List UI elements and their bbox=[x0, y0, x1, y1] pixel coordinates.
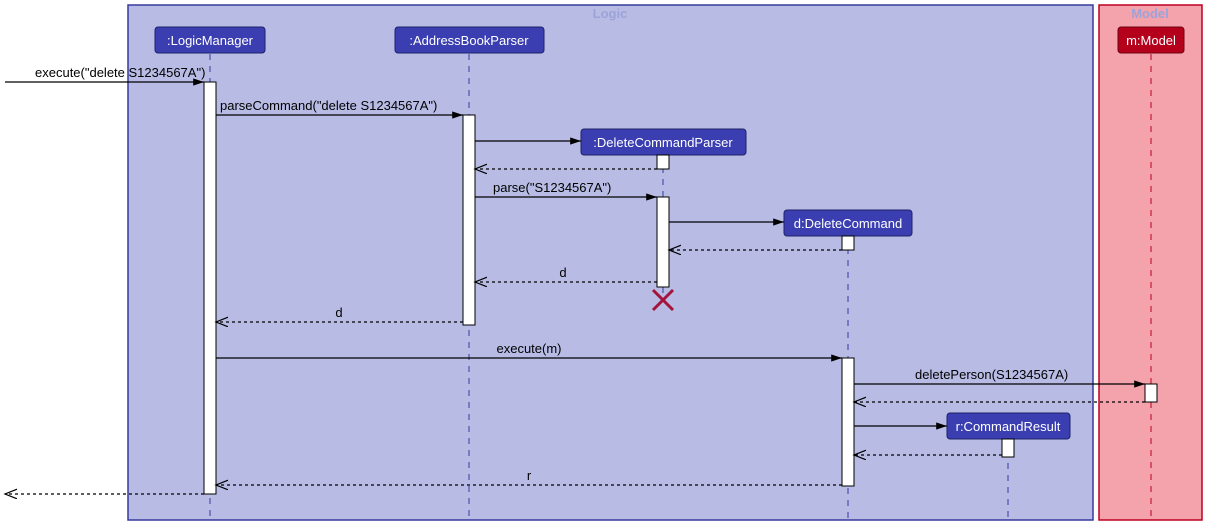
label-m3: parse("S1234567A") bbox=[493, 180, 611, 195]
label-m1: execute("delete S1234567A") bbox=[35, 65, 205, 80]
label-m5: d bbox=[335, 305, 342, 320]
region-logic-label: Logic bbox=[593, 6, 628, 21]
activation-logicmanager bbox=[204, 82, 216, 494]
region-model-label: Model bbox=[1131, 6, 1169, 21]
activation-deletecommand-1 bbox=[842, 236, 854, 250]
activation-deletecommand-2 bbox=[842, 358, 854, 486]
label-m2: parseCommand("delete S1234567A") bbox=[220, 98, 437, 113]
activation-model bbox=[1145, 384, 1157, 402]
label-m8: r bbox=[527, 468, 532, 483]
label-m6: execute(m) bbox=[496, 341, 561, 356]
label-m4: d bbox=[559, 265, 566, 280]
activation-commandresult bbox=[1002, 439, 1014, 457]
participant-commandresult-label: r:CommandResult bbox=[956, 419, 1061, 434]
label-m7: deletePerson(S1234567A) bbox=[915, 367, 1068, 382]
participant-model-label: m:Model bbox=[1126, 33, 1176, 48]
region-logic bbox=[128, 5, 1093, 520]
participant-addressbookparser-label: :AddressBookParser bbox=[409, 33, 529, 48]
activation-deletecommandparser-2 bbox=[657, 197, 669, 287]
participant-logicmanager-label: :LogicManager bbox=[167, 33, 254, 48]
participant-deletecommand-label: d:DeleteCommand bbox=[794, 216, 902, 231]
activation-deletecommandparser-1 bbox=[657, 155, 669, 169]
participant-deletecommandparser-label: :DeleteCommandParser bbox=[593, 135, 733, 150]
activation-addressbookparser bbox=[463, 115, 475, 325]
